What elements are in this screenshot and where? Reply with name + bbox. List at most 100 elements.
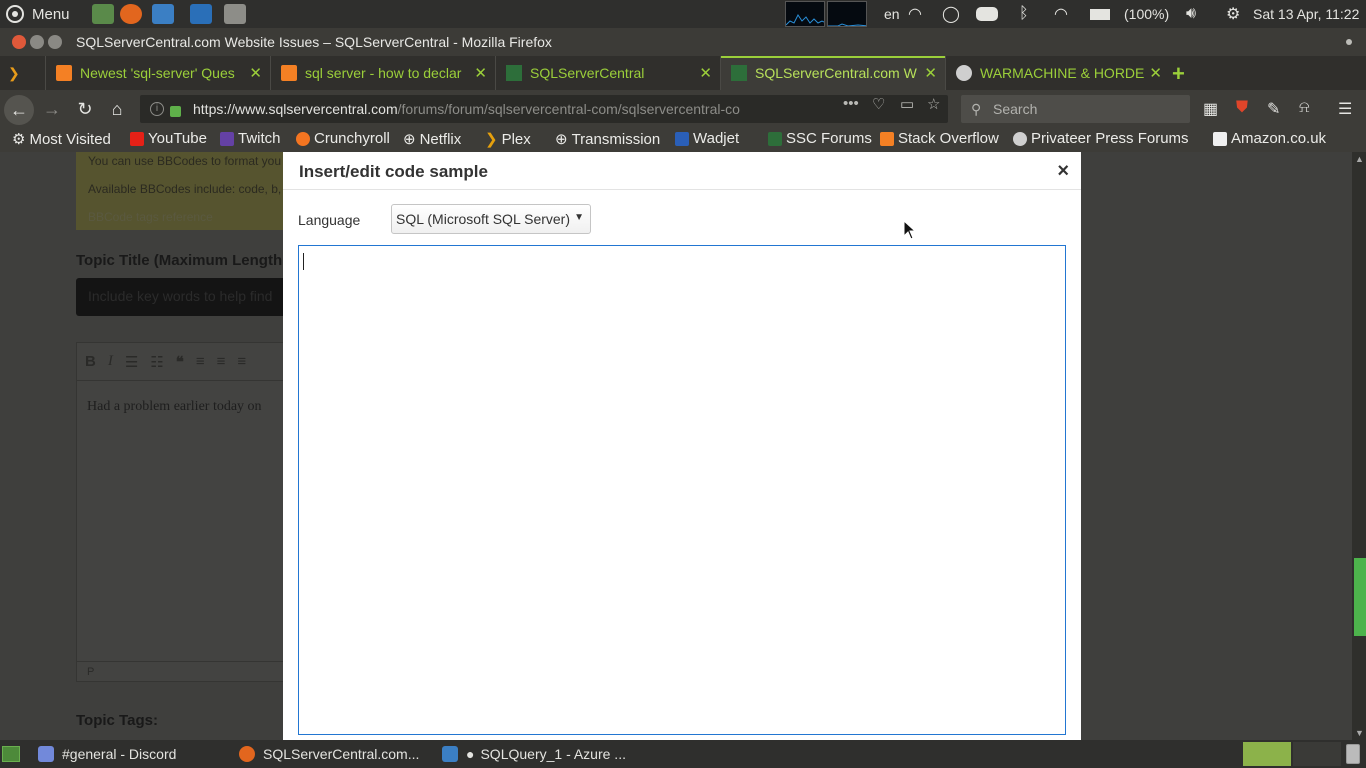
hamburger-menu-icon[interactable]: ☰ [1338,99,1352,119]
home-button[interactable]: ⌂ [105,99,129,119]
wadjet-icon [675,131,689,146]
code-textarea[interactable] [298,245,1066,735]
tab-close-icon[interactable]: ✕ [474,64,487,82]
tab-sqlservercentral-website-issues[interactable]: SQLServerCentral.com W ✕ [720,56,945,90]
tab-strip: ❯ Newest 'sql-server' Ques ✕ sql server … [0,56,1366,90]
taskbar-item-firefox[interactable]: SQLServerCentral.com... [239,740,419,768]
bookmark-privateer-press[interactable]: Privateer Press Forums [1013,130,1189,147]
url-text[interactable]: https://www.sqlservercentral.com/forums/… [193,101,813,117]
tab-close-icon[interactable]: ✕ [249,64,262,82]
bbcode-reference-link[interactable]: BBCode tags reference [88,210,294,224]
tab-stackoverflow-declare[interactable]: sql server - how to declar ✕ [270,56,495,90]
menu-button[interactable]: Menu [6,0,70,28]
window-minimize-button[interactable] [30,35,44,49]
library-icon[interactable]: ▦ [1203,99,1218,119]
screenshot-launcher-icon[interactable] [224,4,246,24]
firefox-launcher-icon[interactable] [120,4,142,24]
bookmark-netflix[interactable]: ⊕ Netflix [403,130,462,149]
battery-icon[interactable] [1090,9,1110,20]
volume-icon[interactable]: 🔊︎ [1186,0,1196,28]
shield-extension-icon[interactable]: ⛊ [1236,99,1248,117]
bbcode-notice-line: Available BBCodes include: code, b, i [88,182,288,196]
numbered-list-icon[interactable]: ☷ [150,353,163,371]
keyboard-layout-indicator[interactable]: en [884,0,900,28]
privateer-icon [1013,131,1027,146]
page-scrollbar[interactable]: ▲ ▼ [1352,152,1366,740]
tab-close-icon[interactable]: ✕ [699,64,712,82]
files-launcher-icon[interactable] [92,4,114,24]
settings-gear-icon[interactable]: ⚙ [1226,0,1240,28]
tab-scroll-left-icon[interactable]: ❯ [8,65,20,82]
bookmark-wadjet[interactable]: Wadjet [675,130,739,147]
bluetooth-icon[interactable]: ᛒ [1019,0,1029,28]
align-center-icon[interactable]: ≡ [217,353,226,370]
tab-close-icon[interactable]: ✕ [1149,64,1162,82]
scroll-up-icon[interactable]: ▲ [1355,154,1364,164]
discord-tray-icon[interactable] [976,7,998,21]
bookmark-stack-overflow[interactable]: Stack Overflow [880,130,999,147]
mouse-pointer-icon [903,220,917,240]
reader-view-icon[interactable]: ▭ [900,95,914,113]
scroll-down-icon[interactable]: ▼ [1355,728,1364,738]
language-select[interactable]: SQL (Microsoft SQL Server) ▼ [391,204,591,234]
show-desktop-icon[interactable] [2,746,20,762]
editor-body-text[interactable]: Had a problem earlier today on [77,381,295,433]
bookmark-label: Most Visited [29,130,111,148]
bookmark-star-icon[interactable]: ☆ [927,95,940,113]
back-button[interactable]: ← [4,95,34,125]
search-input[interactable]: ⚲ Search [961,95,1190,123]
url-bar[interactable]: i https://www.sqlservercentral.com/forum… [140,95,948,123]
align-right-icon[interactable]: ≡ [237,353,246,370]
notification-bell-icon[interactable]: ⍾ [1299,99,1310,117]
align-left-icon[interactable]: ≡ [196,353,205,370]
ssc-icon [768,131,782,146]
topic-title-input[interactable]: Include key words to help find [76,278,296,316]
window-maximize-button[interactable] [48,35,62,49]
window-close-button[interactable] [12,35,26,49]
taskbar-item-azure[interactable]: ● SQLQuery_1 - Azure ... [442,740,626,768]
bookmark-amazon[interactable]: Amazon.co.uk [1213,130,1326,147]
taskbar-item-discord[interactable]: #general - Discord [38,740,176,768]
screenshot-extension-icon[interactable]: ✎ [1267,99,1280,119]
scrollbar-thumb[interactable] [1354,558,1366,636]
bullet-list-icon[interactable]: ☰ [125,353,138,371]
amazon-icon [1213,131,1227,146]
workspace-2[interactable] [1293,742,1341,766]
workspace-1[interactable] [1243,742,1291,766]
clock[interactable]: Sat 13 Apr, 11:22 [1253,0,1359,28]
bookmark-crunchyroll[interactable]: Crunchyroll [296,130,390,147]
bookmark-plex[interactable]: ❯ Plex [485,130,531,149]
pocket-icon[interactable]: ♡ [872,95,885,113]
post-editor[interactable]: B I ☰ ☷ ❝ ≡ ≡ ≡ Had a problem earlier to… [76,342,296,682]
blockquote-icon[interactable]: ❝ [176,353,184,371]
bookmark-twitch[interactable]: Twitch [220,130,281,147]
topic-tags-label: Topic Tags: [76,712,158,729]
lightbulb-icon[interactable]: ◯ [942,0,960,28]
vscode-launcher-icon[interactable] [190,4,212,24]
bookmark-most-visited[interactable]: ⚙ Most Visited [12,130,111,149]
tab-warmachine[interactable]: WARMACHINE & HORDE ✕ [945,56,1170,90]
trash-icon[interactable] [1346,744,1360,764]
dialog-close-button[interactable]: × [1057,160,1069,183]
bookmark-youtube[interactable]: YouTube [130,130,207,147]
bookmark-ssc-forums[interactable]: SSC Forums [768,130,872,147]
wifi-icon[interactable]: ◠ [908,0,922,28]
page-viewport: You can use BBCodes to format you Availa… [0,152,1352,740]
azure-launcher-icon[interactable] [152,4,174,24]
bookmark-transmission[interactable]: ⊕ Transmission [555,130,660,149]
language-selected-value: SQL (Microsoft SQL Server) [396,211,571,227]
reload-button[interactable]: ↻ [73,99,97,119]
tab-sqlservercentral[interactable]: SQLServerCentral ✕ [495,56,720,90]
site-info-icon[interactable]: i [150,102,164,116]
bookmark-label: SSC Forums [786,130,872,147]
wifi-signal-icon[interactable]: ◠ [1054,0,1068,28]
italic-icon[interactable]: I [108,353,113,370]
page-actions-icon[interactable]: ••• [843,95,859,112]
new-tab-button[interactable]: + [1172,61,1185,87]
gear-icon: ⚙ [12,131,26,148]
bold-icon[interactable]: B [85,353,96,370]
bookmark-label: Netflix [419,130,462,148]
tab-stackoverflow-newest[interactable]: Newest 'sql-server' Ques ✕ [45,56,270,90]
forward-button[interactable]: → [40,99,64,119]
tab-close-icon[interactable]: ✕ [924,64,937,82]
